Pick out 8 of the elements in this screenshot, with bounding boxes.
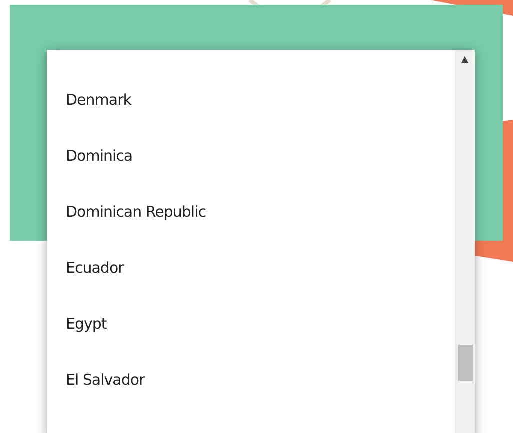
dropdown-option[interactable]: Egypt <box>47 310 455 366</box>
scroll-up-arrow[interactable]: ▲ <box>462 56 468 65</box>
dropdown-option[interactable]: Dominica <box>47 142 455 198</box>
dropdown-option[interactable]: Dominican Republic <box>47 198 455 254</box>
scrollbar-thumb[interactable] <box>458 345 472 381</box>
dropdown-option[interactable]: Ecuador <box>47 254 455 310</box>
dropdown-option[interactable]: Denmark <box>47 86 455 142</box>
dropdown-option[interactable]: El Salvador <box>47 366 455 422</box>
